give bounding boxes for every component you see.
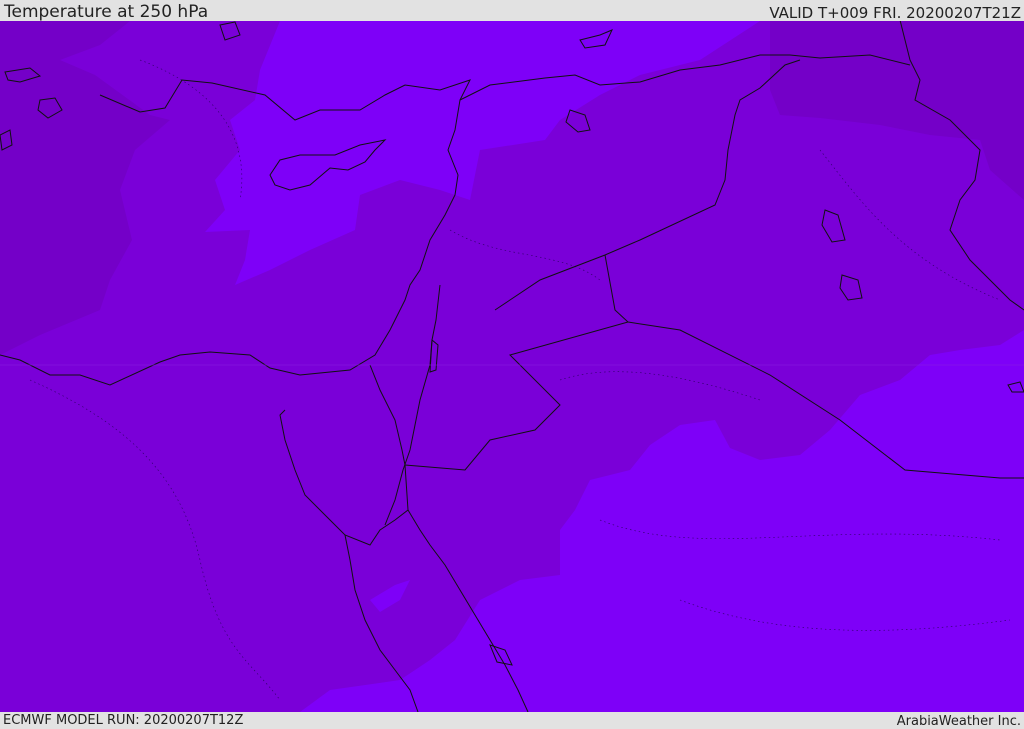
model-run: ECMWF MODEL RUN: 20200207T12Z [3,713,244,728]
valid-time: VALID T+009 FRI. 20200207T21Z [769,4,1021,22]
temperature-map [0,21,1024,712]
map-title: Temperature at 250 hPa [4,2,209,22]
credit: ArabiaWeather Inc. [896,714,1021,729]
footer-bar: ECMWF MODEL RUN: 20200207T12Z ArabiaWeat… [0,712,1024,729]
header-bar: Temperature at 250 hPa VALID T+009 FRI. … [0,0,1024,21]
map-canvas [0,21,1024,712]
